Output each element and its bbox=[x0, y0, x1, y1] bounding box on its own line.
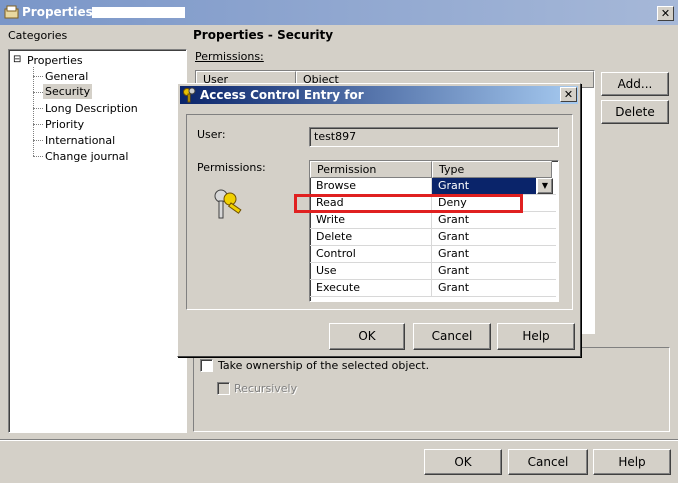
properties-icon bbox=[4, 5, 19, 22]
recursively-checkbox bbox=[217, 382, 230, 395]
grid-header-type[interactable]: Type bbox=[432, 161, 552, 178]
tree-expander[interactable]: ⊟ bbox=[13, 54, 21, 65]
categories-label: Categories bbox=[8, 29, 68, 42]
permission-type[interactable]: Grant bbox=[432, 263, 469, 279]
permission-row[interactable]: Use Grant bbox=[310, 263, 556, 280]
permission-grid[interactable]: Permission Type Browse Grant ▼ Read Deny… bbox=[309, 160, 559, 302]
permission-name: Control bbox=[316, 247, 356, 260]
tree-item-security[interactable]: Security bbox=[43, 84, 93, 99]
take-ownership-label: Take ownership of the selected object. bbox=[218, 359, 430, 372]
permissions-keys-icon bbox=[211, 187, 247, 224]
footer-ok-button[interactable]: OK bbox=[424, 449, 502, 475]
dialog-titlebar[interactable]: Access Control Entry for ✕ bbox=[180, 86, 578, 104]
dialog-cancel-button[interactable]: Cancel bbox=[413, 323, 491, 350]
permission-row[interactable]: Execute Grant bbox=[310, 280, 556, 297]
footer-help-button[interactable]: Help bbox=[593, 449, 671, 475]
tree-item-general[interactable]: General bbox=[45, 70, 88, 83]
permission-type[interactable]: Grant bbox=[432, 280, 469, 296]
type-dropdown-button[interactable]: ▼ bbox=[537, 178, 553, 194]
permission-type[interactable]: Grant bbox=[432, 212, 469, 228]
delete-button[interactable]: Delete bbox=[601, 100, 669, 124]
redacted-title-part bbox=[92, 7, 185, 18]
permission-type[interactable]: Grant bbox=[432, 246, 469, 262]
take-ownership-checkbox[interactable] bbox=[200, 359, 213, 372]
permission-type[interactable]: Grant bbox=[432, 229, 469, 245]
access-control-entry-dialog: Access Control Entry for ✕ User: test897… bbox=[177, 83, 581, 357]
permission-row[interactable]: Browse Grant ▼ bbox=[310, 178, 556, 195]
dialog-help-button[interactable]: Help bbox=[497, 323, 575, 350]
keys-icon bbox=[182, 87, 198, 106]
permission-name: Write bbox=[316, 213, 346, 226]
add-button[interactable]: Add... bbox=[601, 72, 669, 96]
permission-row[interactable]: Write Grant bbox=[310, 212, 556, 229]
tree-item-international[interactable]: International bbox=[45, 134, 115, 147]
permission-name: Delete bbox=[316, 230, 353, 243]
tree-item-priority[interactable]: Priority bbox=[45, 118, 84, 131]
permission-row[interactable]: Delete Grant bbox=[310, 229, 556, 246]
user-label: User: bbox=[197, 128, 226, 141]
dialog-ok-button[interactable]: OK bbox=[329, 323, 405, 350]
grid-header-permission[interactable]: Permission bbox=[310, 161, 432, 178]
window-close-button[interactable]: ✕ bbox=[657, 6, 674, 21]
permission-type-select[interactable]: Grant bbox=[432, 178, 536, 194]
window-title: Properties - bbox=[22, 5, 102, 19]
dialog-permissions-label: Permissions: bbox=[197, 161, 266, 174]
panel-title: Properties - Security bbox=[193, 28, 334, 42]
highlight-box bbox=[294, 194, 523, 213]
recursively-label: Recursively bbox=[234, 382, 298, 395]
permission-row[interactable]: Control Grant bbox=[310, 246, 556, 263]
footer-cancel-button[interactable]: Cancel bbox=[508, 449, 588, 475]
tree-root-properties[interactable]: Properties bbox=[27, 54, 83, 67]
permission-name: Browse bbox=[316, 179, 357, 192]
tree-item-long-description[interactable]: Long Description bbox=[45, 102, 138, 115]
dialog-title: Access Control Entry for bbox=[200, 88, 364, 102]
permission-name: Execute bbox=[316, 281, 360, 294]
permission-name: Use bbox=[316, 264, 337, 277]
main-titlebar[interactable]: Properties - ✕ bbox=[0, 0, 678, 25]
categories-tree[interactable]: ⊟ Properties General Security Long Descr… bbox=[8, 49, 187, 433]
user-field: test897 bbox=[309, 127, 559, 147]
tree-item-change-journal[interactable]: Change journal bbox=[45, 150, 128, 163]
permissions-label: Permissions: bbox=[195, 50, 264, 63]
dialog-close-button[interactable]: ✕ bbox=[560, 87, 577, 102]
